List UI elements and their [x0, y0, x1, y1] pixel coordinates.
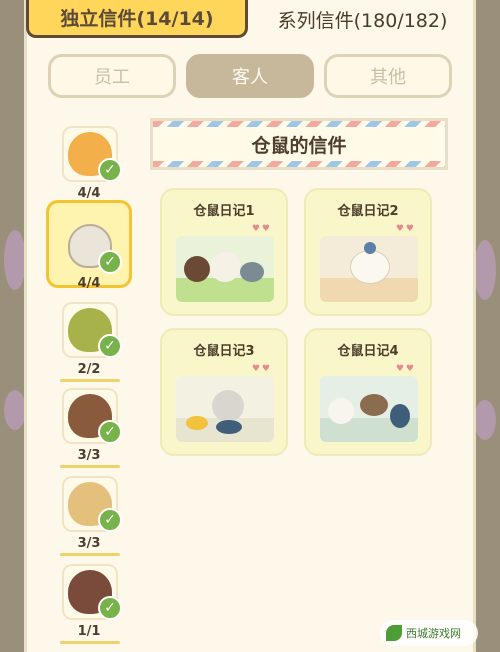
- character-item-bear[interactable]: ✓ 3/3: [54, 380, 134, 468]
- check-icon: ✓: [98, 250, 122, 274]
- check-icon: ✓: [98, 420, 122, 444]
- banner-title: 仓鼠的信件: [251, 134, 347, 157]
- check-icon: ✓: [98, 158, 122, 182]
- character-item-hamster[interactable]: ✓ 4/4: [46, 200, 134, 296]
- letter-count: 3/3: [77, 536, 101, 551]
- letter-title: 仓鼠日记4: [337, 344, 399, 359]
- character-item-otter[interactable]: ✓ 3/3: [54, 468, 134, 556]
- check-icon: ✓: [98, 508, 122, 532]
- character-item-turtle[interactable]: ✓ 2/2: [54, 294, 134, 382]
- letter-illustration: [320, 376, 418, 442]
- letter-title: 仓鼠日记1: [193, 204, 255, 219]
- flower-decoration: [474, 240, 496, 300]
- letter-count: 1/1: [77, 624, 101, 639]
- site-watermark: 西城游戏网: [380, 620, 478, 646]
- letter-card[interactable]: 仓鼠日记1 ♥♥: [160, 188, 288, 316]
- tab-series-letters[interactable]: 系列信件(180/182): [260, 0, 465, 38]
- letter-card[interactable]: 仓鼠日记3 ♥♥: [160, 328, 288, 456]
- character-item-shiba[interactable]: ✓ 4/4: [54, 118, 134, 204]
- letter-count: 3/3: [77, 448, 101, 463]
- category-guest-button[interactable]: 客人: [186, 54, 314, 98]
- flower-decoration: [4, 230, 26, 290]
- letter-illustration: [176, 376, 274, 442]
- letter-count: 4/4: [77, 276, 101, 291]
- letter-count: 2/2: [77, 362, 101, 377]
- category-other-button[interactable]: 其他: [324, 54, 452, 98]
- hearts-icon: ♥♥: [251, 224, 272, 234]
- check-icon: ✓: [98, 334, 122, 358]
- divider: [60, 641, 120, 644]
- character-item-sheep[interactable]: ✓ 1/1: [54, 556, 134, 644]
- character-letters-banner: 仓鼠的信件: [150, 118, 448, 170]
- letter-count: 4/4: [77, 186, 101, 201]
- category-staff-button[interactable]: 员工: [48, 54, 176, 98]
- hearts-icon: ♥♥: [395, 224, 416, 234]
- leaf-logo-icon: [386, 625, 402, 641]
- letter-illustration: [176, 236, 274, 302]
- flower-decoration: [4, 390, 26, 430]
- letter-card[interactable]: 仓鼠日记4 ♥♥: [304, 328, 432, 456]
- letter-card[interactable]: 仓鼠日记2 ♥♥: [304, 188, 432, 316]
- check-icon: ✓: [98, 596, 122, 620]
- letter-title: 仓鼠日记2: [337, 204, 399, 219]
- character-list[interactable]: ✓ 4/4 ✓ 4/4 ✓ 2/2 ✓ 3/3 ✓ 3/3 ✓ 1/1: [46, 112, 134, 652]
- watermark-text: 西城游戏网: [406, 627, 461, 640]
- hearts-icon: ♥♥: [251, 364, 272, 374]
- letter-title: 仓鼠日记3: [193, 344, 255, 359]
- hearts-icon: ♥♥: [395, 364, 416, 374]
- flower-decoration: [474, 400, 496, 440]
- tab-independent-letters[interactable]: 独立信件(14/14): [26, 0, 248, 38]
- letter-illustration: [320, 236, 418, 302]
- right-backdrop: [472, 0, 500, 652]
